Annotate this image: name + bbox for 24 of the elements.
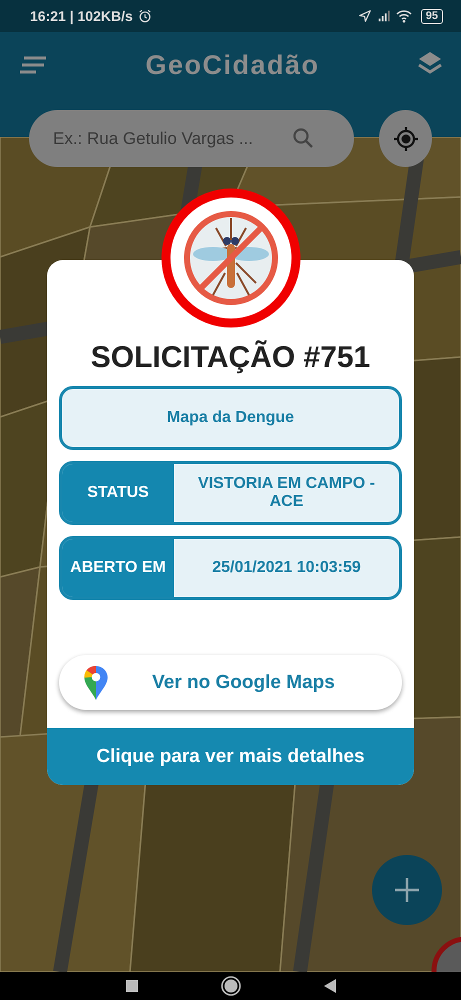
search-icon[interactable] <box>292 127 314 149</box>
request-title: SOLICITAÇÃO #751 <box>90 340 372 376</box>
location-icon <box>358 9 372 23</box>
google-maps-button[interactable]: Ver no Google Maps <box>59 655 402 710</box>
category-label: Mapa da Dengue <box>59 386 402 450</box>
crosshair-icon <box>392 126 418 152</box>
back-icon[interactable] <box>322 978 338 994</box>
battery-indicator: 95 <box>420 8 443 24</box>
home-icon[interactable] <box>220 975 242 997</box>
menu-icon[interactable] <box>20 56 48 74</box>
plus-icon <box>393 876 421 904</box>
search-field[interactable]: Ex.: Rua Getulio Vargas ... <box>29 110 354 167</box>
field-value: 25/01/2021 10:03:59 <box>211 558 362 578</box>
field-value: VISTORIA EM CAMPO - ACE <box>197 474 376 512</box>
recents-icon[interactable] <box>124 978 140 994</box>
details-button[interactable]: Clique para ver mais detalhes <box>47 728 414 785</box>
map-pin-icon <box>83 664 109 700</box>
app-title: GeoCidadão <box>144 50 321 81</box>
field-label: ABERTO EM <box>62 539 174 597</box>
signal-icon <box>376 9 391 23</box>
wifi-icon <box>396 8 412 24</box>
field-label: STATUS <box>62 464 174 522</box>
status-time: 16:21 | 102KB/s <box>30 8 133 24</box>
alarm-icon <box>138 9 152 23</box>
